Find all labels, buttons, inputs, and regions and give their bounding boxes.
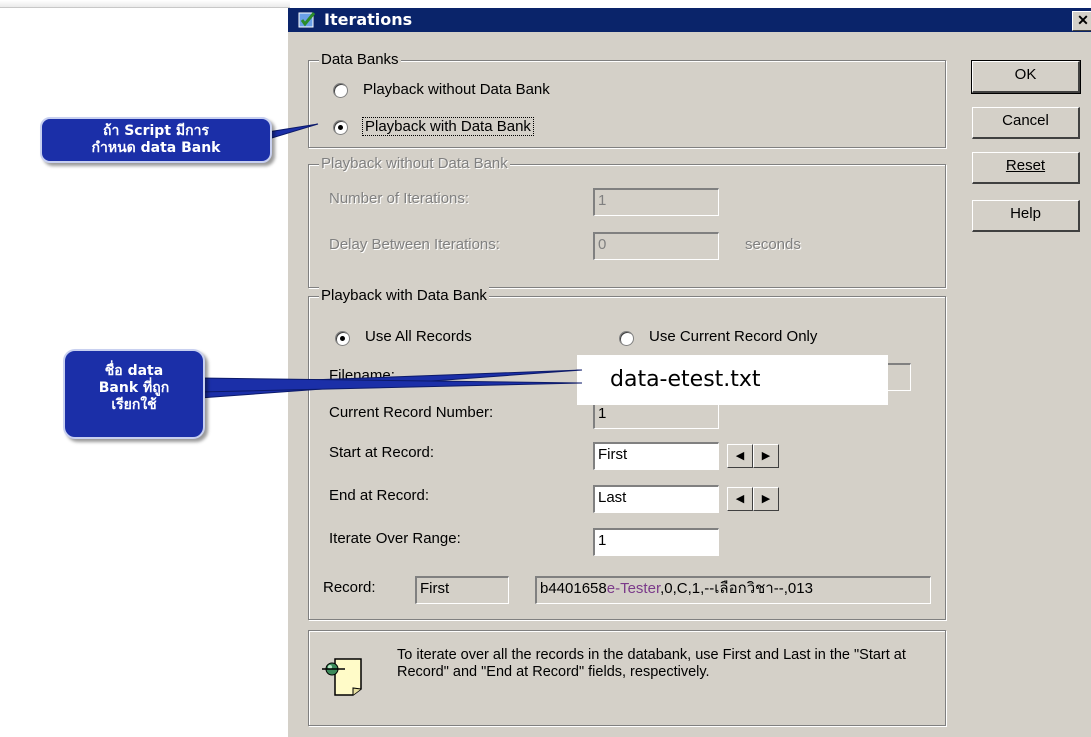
callout-bank-name-text: ชื่อ data Bank ที่ถูกเรียกใช้ [98, 363, 170, 413]
callout-script-bank: ถ้า Script มีการกำหนด data Bank [40, 117, 272, 163]
callout-script-bank-text: ถ้า Script มีการกำหนด data Bank [91, 123, 221, 156]
callout-bank-name: ชื่อ data Bank ที่ถูกเรียกใช้ [63, 349, 205, 439]
